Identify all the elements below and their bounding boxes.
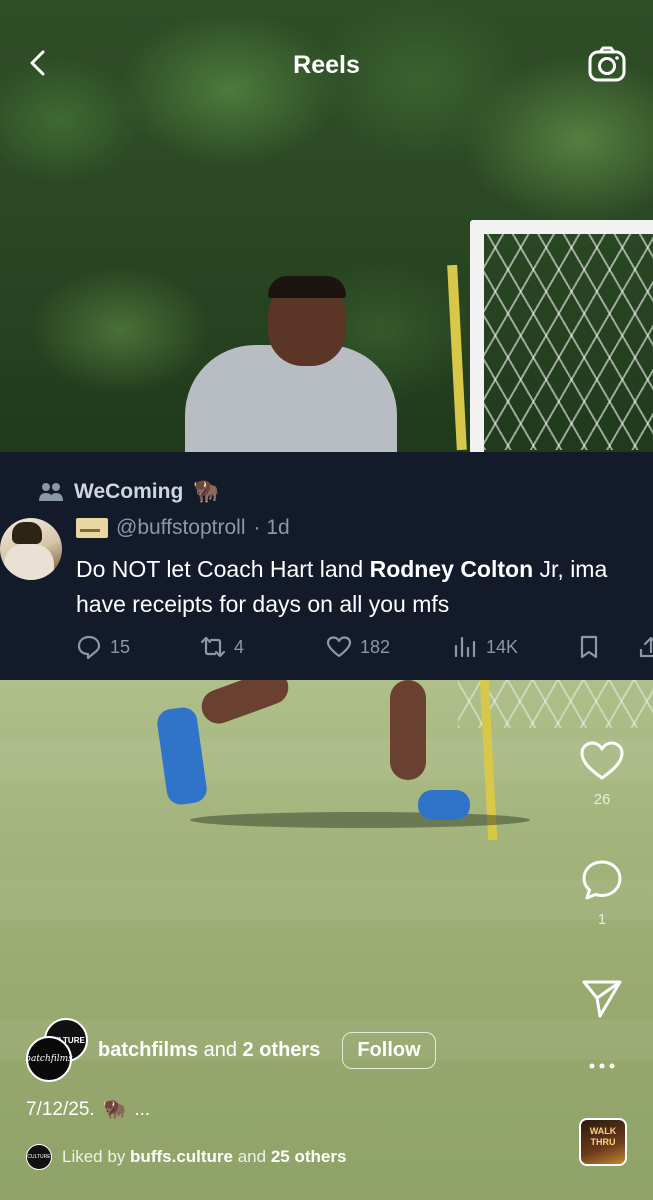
liked-by-others: 25 others — [270, 1147, 347, 1166]
follow-button[interactable]: Follow — [342, 1031, 436, 1069]
community-label: WeComing 🦬 — [38, 480, 219, 504]
author-names[interactable]: batchfilms and 2 others — [98, 1039, 320, 1062]
repost-icon — [200, 636, 226, 658]
tweet-views-stat: 14K — [452, 634, 518, 660]
tweet-reply-stat: 15 — [76, 634, 130, 660]
bookmark-icon — [580, 635, 598, 659]
liked-by-user: buffs.culture — [130, 1147, 233, 1166]
author-others: 2 others — [242, 1038, 321, 1061]
tweet-avatar — [0, 518, 62, 580]
reply-icon — [77, 635, 101, 660]
author-avatars[interactable]: CULTURE batchfilms — [25, 1018, 92, 1082]
liked-by-row[interactable]: CULTURE Liked by buffs.culture and 25 ot… — [26, 1144, 346, 1170]
caption-more: ... — [134, 1099, 151, 1120]
reply-count: 15 — [110, 636, 131, 657]
like-button[interactable]: 26 — [577, 740, 627, 808]
author-row: CULTURE batchfilms batchfilms and 2 othe… — [25, 1018, 486, 1082]
like-count: 182 — [360, 636, 391, 657]
share-icon — [639, 636, 653, 658]
comment-count: 1 — [597, 911, 607, 928]
author-name: batchfilms — [98, 1038, 199, 1061]
goal-post — [470, 222, 484, 452]
page-title: Reels — [293, 51, 360, 79]
tweet-handle: @buffstoptroll — [116, 516, 246, 539]
tweet-stats: 15 4 182 14K — [76, 634, 653, 664]
views-count: 14K — [486, 636, 519, 657]
tweet-bookmark-stat — [576, 634, 602, 660]
more-options-button[interactable] — [577, 1056, 627, 1081]
heart-icon — [580, 741, 624, 780]
bison-emoji: 🦬 — [193, 480, 220, 503]
share-button[interactable] — [577, 976, 627, 1025]
top-bar: Reels — [0, 30, 653, 100]
liked-by-prefix: Liked by — [62, 1147, 131, 1166]
caption-emoji: 🦬 — [102, 1100, 127, 1121]
community-icon — [39, 483, 63, 501]
tweet-share-stat — [637, 634, 653, 660]
tweet-text-part1: Do NOT let Coach Hart land — [76, 556, 370, 582]
camera-icon — [588, 46, 626, 82]
liked-by-avatar: CULTURE — [26, 1144, 52, 1170]
heart-icon — [326, 636, 352, 658]
goal-net — [484, 234, 653, 450]
tweet-screenshot: WeComing 🦬 @buffstoptroll · 1d Do NOT le… — [0, 452, 653, 680]
send-icon — [582, 980, 622, 1018]
athlete-shadow — [190, 812, 530, 828]
athlete-legs — [155, 665, 470, 820]
views-icon — [454, 636, 476, 658]
repost-count: 4 — [234, 636, 245, 657]
like-count: 26 — [593, 791, 611, 808]
author-and: and — [198, 1038, 243, 1061]
camera-button[interactable] — [587, 44, 627, 84]
audio-thumbnail[interactable]: WALK THRU — [579, 1118, 627, 1166]
athlete-hair — [268, 276, 346, 298]
comment-button[interactable]: 1 — [577, 858, 627, 928]
tweet-like-stat: 182 — [326, 634, 390, 660]
tweet-age: · 1d — [253, 516, 290, 539]
tweet-repost-stat: 4 — [200, 634, 244, 660]
more-dots-icon — [589, 1063, 615, 1069]
liked-by-middle: and — [233, 1147, 271, 1166]
card-icon — [76, 518, 108, 538]
tweet-handle-row: @buffstoptroll · 1d — [76, 516, 290, 540]
caption-date: 7/12/25. — [26, 1099, 95, 1120]
tweet-text-bold: Rodney Colton — [369, 556, 534, 582]
reel-caption[interactable]: 7/12/25. 🦬 ... — [26, 1098, 150, 1122]
community-name: WeComing — [74, 480, 184, 503]
batchfilms-avatar: batchfilms — [25, 1036, 73, 1082]
tweet-text: Do NOT let Coach Hart land Rodney Colton… — [76, 552, 646, 622]
comment-icon — [582, 860, 622, 900]
goal-crossbar — [470, 220, 653, 234]
